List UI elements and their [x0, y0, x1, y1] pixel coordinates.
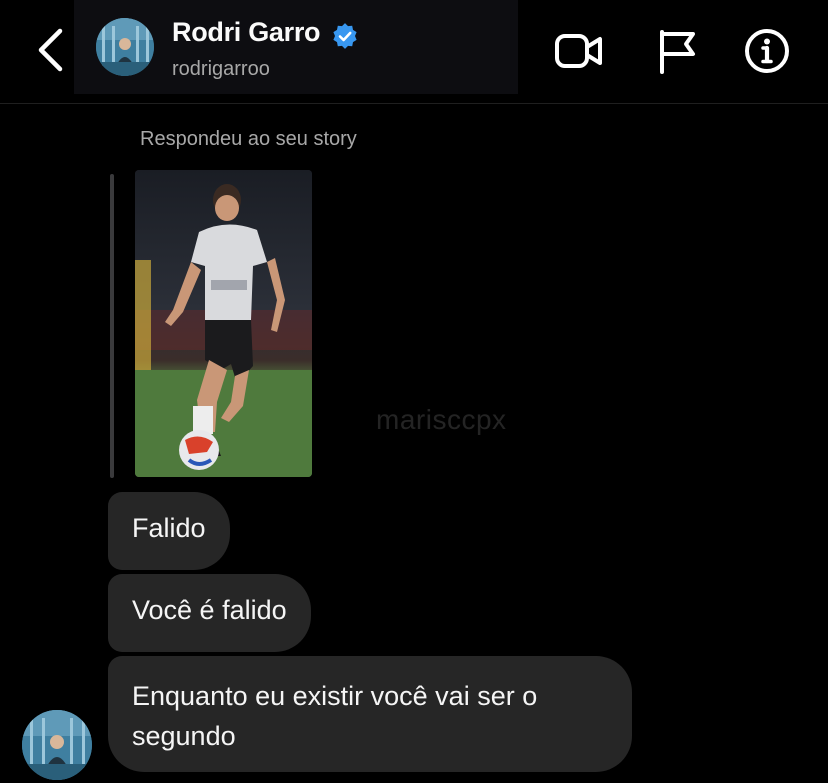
avatar-image [22, 710, 92, 780]
message-text: Falido [132, 513, 206, 543]
message-text: Você é falido [132, 595, 287, 625]
header-divider [0, 103, 828, 104]
chat-header: Rodri Garro rodrigarroo [0, 0, 828, 104]
avatar-image [96, 18, 154, 76]
verified-badge-icon [333, 23, 357, 49]
contact-username: rodrigarroo [172, 58, 270, 80]
header-avatar[interactable] [96, 18, 154, 76]
story-thumbnail[interactable] [135, 170, 312, 477]
story-reply-label: Respondeu ao seu story [140, 128, 357, 150]
message-bubble[interactable]: Você é falido [108, 574, 311, 652]
contact-name[interactable]: Rodri Garro [172, 17, 321, 48]
message-bubble[interactable]: Enquanto eu existir você vai ser o segun… [108, 656, 632, 772]
video-call-button[interactable] [554, 26, 604, 76]
report-button[interactable] [652, 26, 702, 76]
info-icon [745, 29, 789, 73]
reply-indicator-bar [110, 174, 114, 478]
message-text: Enquanto eu existir você vai ser o segun… [132, 681, 538, 751]
watermark-text: marisccpx [376, 404, 507, 435]
flag-icon [660, 30, 695, 74]
sender-avatar[interactable] [22, 710, 92, 780]
back-button[interactable] [30, 26, 70, 74]
message-bubble[interactable]: Falido [108, 492, 230, 570]
story-image [135, 170, 312, 477]
info-button[interactable] [742, 26, 792, 76]
back-chevron-icon [38, 28, 63, 72]
video-call-icon [555, 34, 602, 68]
